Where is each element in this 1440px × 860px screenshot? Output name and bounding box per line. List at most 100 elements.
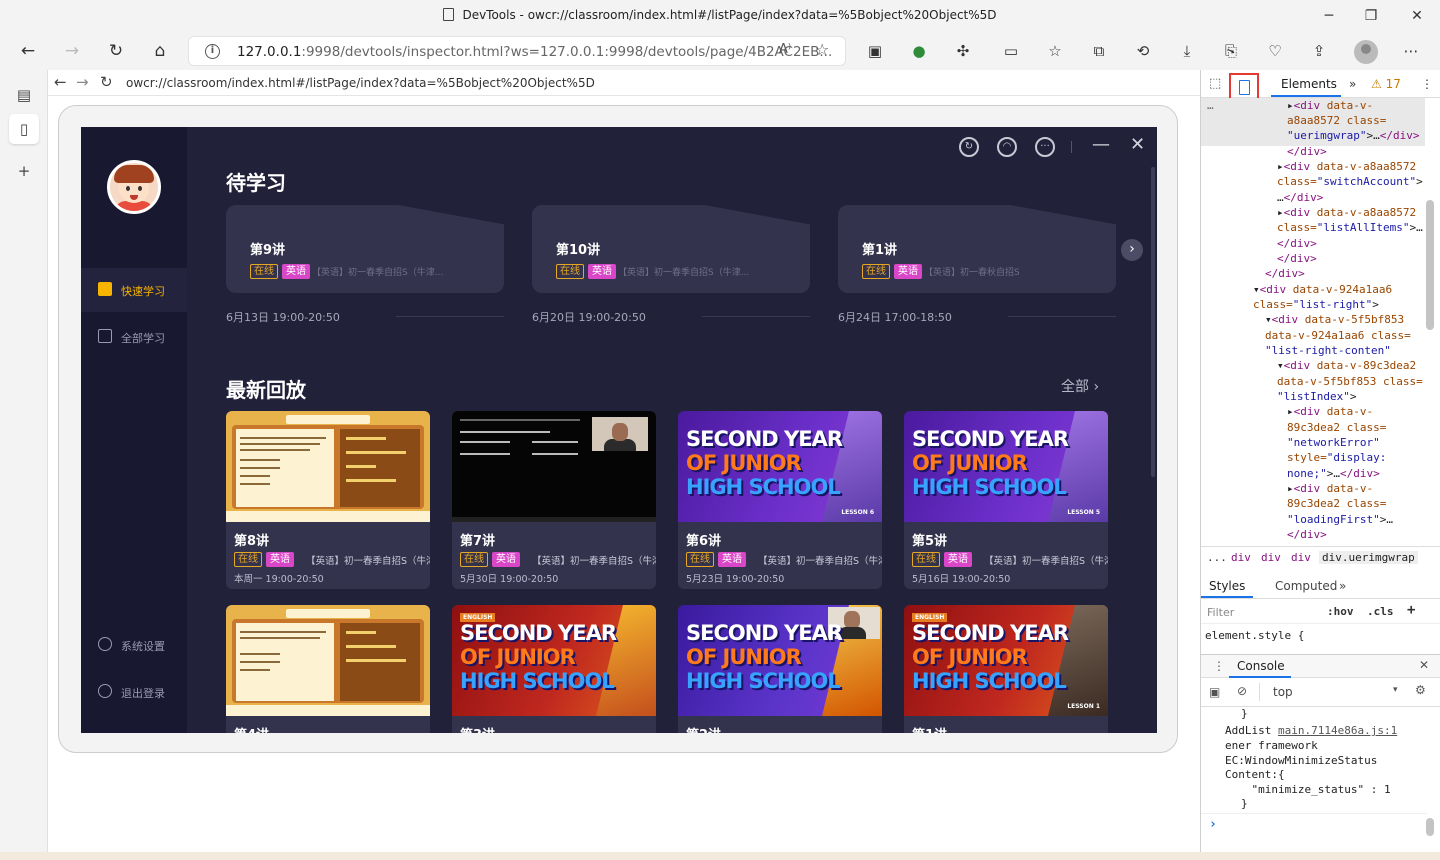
replay-card[interactable]: 第8讲 在线 英语 【英语】初一春季自招S（牛津 本周一 19:00-20:50 <box>226 411 430 589</box>
replay-card[interactable]: SECOND YEAR OF JUNIOR HIGH SCHOOL LESSON 5… <box>904 411 1108 589</box>
upcoming-card[interactable]: 第10讲 在线 英语 【英语】初一春季自招S（牛津... 6月20日 19:00-… <box>532 205 810 324</box>
context-selector[interactable]: top <box>1273 685 1293 699</box>
console-scrollbar[interactable] <box>1426 818 1434 836</box>
more-icon[interactable]: ··· <box>1035 137 1055 157</box>
minimize-button[interactable]: ─ <box>1318 5 1340 27</box>
add-rule-button[interactable]: + <box>1407 602 1415 618</box>
extensions-puzzle-icon[interactable]: ✣ <box>952 40 974 62</box>
replay-card[interactable]: 第4讲 <box>226 605 430 733</box>
screenshot-icon[interactable]: ⎘ <box>1220 40 1242 62</box>
app-scrollbar[interactable] <box>1151 167 1155 477</box>
extension-icon[interactable]: ▣ <box>864 40 886 62</box>
console-toolbar: ▣ ⊘ top ▾ ⚙ <box>1201 679 1440 707</box>
element-style-rule[interactable]: element.style { <box>1205 629 1304 642</box>
profile-avatar[interactable] <box>1354 40 1378 64</box>
cast-icon[interactable]: ▭ <box>1000 40 1022 62</box>
dom-tree-scrollbar[interactable] <box>1426 200 1434 330</box>
warnings-badge[interactable]: ⚠ 17 <box>1371 77 1401 91</box>
class-toggle[interactable]: .cls <box>1367 605 1394 618</box>
device-frame: 快速学习 全部学习 系统设置 退出登录 ↻ ◠ ··· — ✕ 待学习 第9讲 … <box>58 105 1178 753</box>
replay-card[interactable]: SECOND YEAROF JUNIORHIGH SCHOOL 第2讲 <box>678 605 882 733</box>
lecture-number: 第8讲 <box>234 534 270 549</box>
breadcrumb-item[interactable]: div <box>1261 551 1281 564</box>
breadcrumb-item[interactable]: div <box>1291 551 1311 564</box>
tab-styles[interactable]: Styles <box>1209 579 1245 593</box>
app-close-icon[interactable]: ✕ <box>1130 134 1145 155</box>
page-back-button[interactable]: ← <box>54 73 67 91</box>
close-drawer-icon[interactable]: ✕ <box>1419 658 1429 672</box>
site-info-icon[interactable]: i <box>205 44 220 59</box>
context-dropdown-icon[interactable]: ▾ <box>1393 685 1398 695</box>
dom-tree: … ▸<div data-v- a8aa8572 class= "uerimgw… <box>1201 98 1425 546</box>
nav-logout[interactable]: 退出登录 <box>81 670 187 714</box>
styles-filter-input[interactable]: Filter <box>1207 606 1234 619</box>
styles-more-icon[interactable]: » <box>1339 579 1346 593</box>
devtools-menu-icon[interactable]: ⋮ <box>1421 77 1433 91</box>
collections-icon[interactable]: ⧉ <box>1088 40 1110 62</box>
console-source-link[interactable]: main.7114e86a.js:1 <box>1278 724 1397 737</box>
replay-card[interactable]: ENGLISH SECOND YEAR OF JUNIOR HIGH SCHOOL … <box>904 605 1108 733</box>
video-thumbnail: SECOND YEAR OF JUNIOR HIGH SCHOOL LESSON 6 <box>678 411 882 522</box>
downloads-icon[interactable]: ⤓ <box>1176 40 1198 62</box>
upcoming-card[interactable]: 第1讲 在线 英语 【英语】初一春秋自招S 6月24日 17:00-18:50 <box>838 205 1116 324</box>
sidebar-toggle-icon[interactable]: ▣ <box>1209 685 1220 699</box>
tab-computed[interactable]: Computed <box>1275 579 1337 593</box>
favorites-star-icon[interactable]: ☆ <box>1044 40 1066 62</box>
headset-icon[interactable]: ◠ <box>997 137 1017 157</box>
tab-console[interactable]: Console <box>1237 659 1285 673</box>
page-url[interactable]: owcr://classroom/index.html#/listPage/in… <box>126 76 595 90</box>
page-forward-button[interactable]: → <box>76 73 89 91</box>
breadcrumb-item[interactable]: div <box>1231 551 1251 564</box>
nav-quick-learn[interactable]: 快速学习 <box>81 268 187 312</box>
settings-more-icon[interactable]: ⋯ <box>1400 40 1422 62</box>
read-aloud-icon[interactable]: A⁾ <box>779 42 791 57</box>
devtools-tabbar: ⬚ Elements » ⚠ 17 ⋮ <box>1201 70 1440 101</box>
nav-all-learn[interactable]: 全部学习 <box>81 315 187 359</box>
close-window-button[interactable]: ✕ <box>1406 5 1428 27</box>
console-line: EC:WindowMinimizeStatus <box>1225 754 1378 767</box>
view-all-link[interactable]: 全部 › <box>1061 376 1099 396</box>
nav-settings[interactable]: 系统设置 <box>81 623 187 667</box>
inspect-element-icon[interactable]: ⬚ <box>1209 76 1221 91</box>
tab-actions-icon[interactable]: ▤ <box>9 80 39 110</box>
replay-card[interactable]: ENGLISH SECOND YEAR OF JUNIOR HIGH SCHOOL … <box>452 605 656 733</box>
history-icon[interactable]: ⟲ <box>1132 40 1154 62</box>
user-avatar[interactable] <box>107 160 161 214</box>
reload-button[interactable]: ↻ <box>104 40 128 62</box>
more-tabs-icon[interactable]: » <box>1349 77 1356 91</box>
lecture-number: 第7讲 <box>460 534 496 549</box>
address-bar[interactable]: i 127.0.0.1:9998/devtools/inspector.html… <box>188 36 846 66</box>
page-reload-button[interactable]: ↻ <box>100 73 113 91</box>
new-tab-icon[interactable]: + <box>9 156 39 186</box>
home-button[interactable]: ⌂ <box>148 40 172 62</box>
share-icon[interactable]: ⇪ <box>1308 40 1330 62</box>
back-button[interactable]: ← <box>16 40 40 62</box>
device-toolbar-icon[interactable] <box>1229 73 1259 101</box>
app-minimize-icon[interactable]: — <box>1092 134 1110 155</box>
replay-card[interactable]: SECOND YEAR OF JUNIOR HIGH SCHOOL LESSON 6… <box>678 411 882 589</box>
course-desc: 【英语】初一春季自招S（牛津 <box>532 556 656 567</box>
clear-console-icon[interactable]: ⊘ <box>1237 684 1247 698</box>
tab-elements[interactable]: Elements <box>1281 77 1337 91</box>
extension-globe-icon[interactable]: ● <box>908 40 930 62</box>
replay-card[interactable]: 第7讲 在线 英语 【英语】初一春季自招S（牛津 5月30日 19:00-20:5… <box>452 411 656 589</box>
add-favorite-icon[interactable]: ☆ <box>815 40 829 59</box>
next-arrow-button[interactable]: › <box>1121 239 1143 261</box>
forward-button[interactable]: → <box>60 40 84 62</box>
address-url[interactable]: 127.0.0.1:9998/devtools/inspector.html?w… <box>237 44 832 60</box>
restore-button[interactable]: ❐ <box>1360 5 1382 27</box>
refresh-icon[interactable]: ↻ <box>959 137 979 157</box>
drawer-menu-icon[interactable]: ⋮ <box>1213 659 1225 673</box>
console-prompt[interactable]: › <box>1209 817 1217 832</box>
performance-icon[interactable]: ♡ <box>1264 40 1286 62</box>
lecture-number: 第6讲 <box>686 534 722 549</box>
breadcrumb-ellipsis[interactable]: ... <box>1207 551 1227 564</box>
breadcrumb-current[interactable]: div.uerimgwrap <box>1319 551 1418 564</box>
hover-state-toggle[interactable]: :hov <box>1327 605 1354 618</box>
schedule-time: 6月13日 19:00-20:50 <box>226 311 340 324</box>
styles-filter-bar: Filter :hov .cls + <box>1201 600 1440 624</box>
page-tab-icon[interactable]: ▯ <box>9 114 39 144</box>
upcoming-card[interactable]: 第9讲 在线 英语 【英语】初一春季自招S（牛津... 6月13日 19:00-2… <box>226 205 504 324</box>
console-line: ener framework <box>1225 739 1318 752</box>
console-settings-icon[interactable]: ⚙ <box>1415 683 1426 697</box>
